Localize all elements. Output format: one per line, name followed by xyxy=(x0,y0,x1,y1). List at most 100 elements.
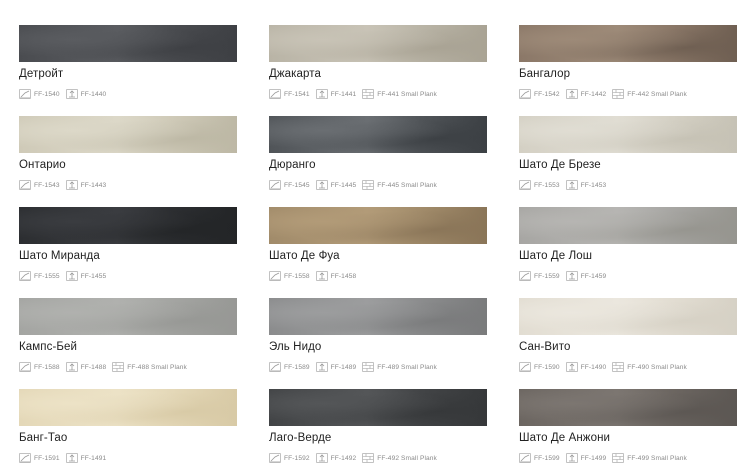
product-code[interactable]: FF-1458 xyxy=(315,271,357,281)
plank-icon xyxy=(269,362,281,372)
product-code[interactable]: FF-1453 xyxy=(565,180,607,190)
product-code[interactable]: FF-1599 xyxy=(519,453,560,463)
swatch-card[interactable]: Шато Миранда FF-1555 FF-1455 xyxy=(19,207,239,287)
product-code[interactable]: FF-1541 xyxy=(269,89,310,99)
swatch-name[interactable]: Шато Де Анжони xyxy=(519,432,610,444)
swatch-name[interactable]: Шато Де Брезе xyxy=(519,159,601,171)
product-code[interactable]: FF-1455 xyxy=(65,271,107,281)
swatch-card[interactable]: Шато Де Фуа FF-1558 FF-1458 xyxy=(269,207,489,287)
swatch-card[interactable]: Сан-Вито FF-1590 FF-1490 FF-490 Small Plank xyxy=(519,298,739,378)
swatch-image[interactable] xyxy=(519,298,737,335)
swatch-name[interactable]: Шато Де Лош xyxy=(519,250,592,262)
product-code[interactable]: FF-1443 xyxy=(65,180,107,190)
product-code[interactable]: FF-490 Small Plank xyxy=(612,362,687,372)
product-code[interactable]: FF-1489 xyxy=(315,362,357,372)
swatch-name[interactable]: Бангалор xyxy=(519,68,570,80)
swatch-image[interactable] xyxy=(519,116,737,153)
swatch-name[interactable]: Детройт xyxy=(19,68,63,80)
product-code[interactable]: FF-1440 xyxy=(65,89,107,99)
product-code-label: FF-1490 xyxy=(580,363,607,371)
swatch-image[interactable] xyxy=(519,207,737,244)
product-code[interactable]: FF-1555 xyxy=(19,271,60,281)
swatch-card[interactable]: Онтарио FF-1543 FF-1443 xyxy=(19,116,239,196)
swatch-name[interactable]: Сан-Вито xyxy=(519,341,570,353)
product-code[interactable]: FF-442 Small Plank xyxy=(612,89,687,99)
swatch-name[interactable]: Лаго-Верде xyxy=(269,432,331,444)
product-code-label: FF-1499 xyxy=(580,454,607,462)
tile-icon xyxy=(315,453,328,463)
product-code[interactable]: FF-1488 xyxy=(65,362,107,372)
swatch-name[interactable]: Банг-Тао xyxy=(19,432,67,444)
product-code[interactable]: FF-1553 xyxy=(519,180,560,190)
product-code[interactable]: FF-1591 xyxy=(19,453,60,463)
product-code[interactable]: FF-1590 xyxy=(519,362,560,372)
product-code-label: FF-1558 xyxy=(284,272,310,280)
small-plank-icon xyxy=(612,453,624,463)
product-code[interactable]: FF-1543 xyxy=(19,180,60,190)
product-code[interactable]: FF-1499 xyxy=(565,453,607,463)
product-code[interactable]: FF-488 Small Plank xyxy=(112,362,187,372)
product-code[interactable]: FF-1542 xyxy=(519,89,560,99)
plank-icon xyxy=(19,271,31,281)
swatch-image[interactable] xyxy=(19,389,237,426)
product-code[interactable]: FF-489 Small Plank xyxy=(362,362,437,372)
swatch-name[interactable]: Дюранго xyxy=(269,159,316,171)
small-plank-icon xyxy=(362,362,374,372)
product-code[interactable]: FF-1490 xyxy=(565,362,607,372)
product-code[interactable]: FF-1441 xyxy=(315,89,357,99)
swatch-card[interactable]: Джакарта FF-1541 FF-1441 FF-441 Small Plank xyxy=(269,25,489,105)
product-codes: FF-1588 FF-1488 FF-488 Small Plank xyxy=(19,361,193,373)
product-code[interactable]: FF-1589 xyxy=(269,362,310,372)
swatch-card[interactable]: Банг-Тао FF-1591 FF-1491 xyxy=(19,389,239,469)
product-code[interactable]: FF-1545 xyxy=(269,180,310,190)
product-code[interactable]: FF-1442 xyxy=(565,89,607,99)
product-code[interactable]: FF-1588 xyxy=(19,362,60,372)
swatch-name[interactable]: Эль Нидо xyxy=(269,341,321,353)
product-code[interactable]: FF-1540 xyxy=(19,89,60,99)
swatch-card[interactable]: Бангалор FF-1542 FF-1442 FF-442 Small Plank xyxy=(519,25,739,105)
swatch-name[interactable]: Джакарта xyxy=(269,68,321,80)
swatch-image[interactable] xyxy=(269,207,487,244)
product-code[interactable]: FF-1592 xyxy=(269,453,310,463)
swatch-card[interactable]: Кампс-Бей FF-1588 FF-1488 FF-488 Small Plan… xyxy=(19,298,239,378)
product-code-label: FF-1592 xyxy=(284,454,310,462)
plank-icon xyxy=(269,271,281,281)
swatch-name[interactable]: Кампс-Бей xyxy=(19,341,77,353)
swatch-image[interactable] xyxy=(269,389,487,426)
swatch-image[interactable] xyxy=(269,25,487,62)
product-code-label: FF-1491 xyxy=(80,454,107,462)
swatch-image[interactable] xyxy=(519,25,737,62)
swatch-image[interactable] xyxy=(19,25,237,62)
product-code[interactable]: FF-1559 xyxy=(519,271,560,281)
swatch-image[interactable] xyxy=(269,116,487,153)
swatch-card[interactable]: Дюранго FF-1545 FF-1445 FF-445 Small Plank xyxy=(269,116,489,196)
swatch-card[interactable]: Шато Де Брезе FF-1553 FF-1453 xyxy=(519,116,739,196)
product-code[interactable]: FF-445 Small Plank xyxy=(362,180,437,190)
swatch-card[interactable]: Лаго-Верде FF-1592 FF-1492 FF-492 Small Pla… xyxy=(269,389,489,469)
product-code[interactable]: FF-1492 xyxy=(315,453,357,463)
swatch-card[interactable]: Эль Нидо FF-1589 FF-1489 FF-489 Small Plank xyxy=(269,298,489,378)
swatch-image[interactable] xyxy=(19,116,237,153)
swatch-image[interactable] xyxy=(269,298,487,335)
product-codes: FF-1591 FF-1491 xyxy=(19,452,112,464)
product-code[interactable]: FF-499 Small Plank xyxy=(612,453,687,463)
swatch-card[interactable]: Детройт FF-1540 FF-1440 xyxy=(19,25,239,105)
swatch-name[interactable]: Онтарио xyxy=(19,159,66,171)
swatch-image[interactable] xyxy=(19,298,237,335)
product-code[interactable]: FF-492 Small Plank xyxy=(362,453,437,463)
product-code[interactable]: FF-441 Small Plank xyxy=(362,89,437,99)
product-codes: FF-1542 FF-1442 FF-442 Small Plank xyxy=(519,88,693,100)
swatch-name[interactable]: Шато Миранда xyxy=(19,250,100,262)
swatch-image[interactable] xyxy=(19,207,237,244)
product-code[interactable]: FF-1459 xyxy=(565,271,607,281)
swatch-card[interactable]: Шато Де Лош FF-1559 FF-1459 xyxy=(519,207,739,287)
product-code-label: FF-441 Small Plank xyxy=(377,90,437,98)
product-code[interactable]: FF-1491 xyxy=(65,453,107,463)
swatch-name[interactable]: Шато Де Фуа xyxy=(269,250,340,262)
product-code-label: FF-1442 xyxy=(580,90,607,98)
product-code-label: FF-1541 xyxy=(284,90,310,98)
product-code[interactable]: FF-1445 xyxy=(315,180,357,190)
product-code[interactable]: FF-1558 xyxy=(269,271,310,281)
swatch-card[interactable]: Шато Де Анжони FF-1599 FF-1499 FF-499 Small… xyxy=(519,389,739,469)
swatch-image[interactable] xyxy=(519,389,737,426)
